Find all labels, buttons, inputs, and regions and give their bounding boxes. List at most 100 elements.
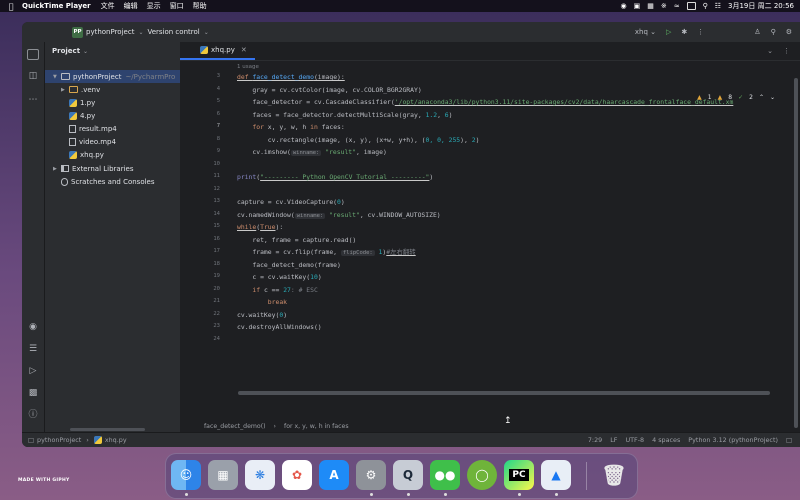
search-icon[interactable]: ⚲	[703, 2, 708, 10]
pycharm-icon[interactable]: PC	[504, 460, 534, 490]
breadcrumb-function[interactable]: face_detect_demo()	[204, 423, 266, 430]
line-number[interactable]: 19	[180, 273, 220, 279]
project-badge[interactable]: PP	[72, 26, 83, 38]
app-store-icon[interactable]: A	[319, 460, 349, 490]
expand-arrow-icon[interactable]: ▼	[53, 74, 61, 80]
apple-icon[interactable]: 	[0, 2, 22, 11]
line-separator[interactable]: LF	[610, 436, 617, 444]
file-encoding[interactable]: UTF-8	[625, 436, 644, 444]
extension-icon[interactable]: ▣	[634, 2, 641, 10]
line-number[interactable]: 5	[180, 98, 220, 104]
more-actions-icon[interactable]: ⋮	[697, 28, 704, 36]
tree-item-venv[interactable]: ▶ .venv	[61, 83, 100, 96]
anaconda-icon[interactable]: ◯	[467, 460, 497, 490]
menubar-datetime[interactable]: 3月19日 周二 20:56	[728, 1, 794, 11]
project-tool-icon[interactable]	[27, 49, 39, 60]
wifi-icon[interactable]: ≈	[674, 2, 680, 10]
version-control-menu[interactable]: Version control	[147, 28, 199, 36]
line-number[interactable]: 18	[180, 261, 220, 267]
lock-icon[interactable]: □	[786, 436, 792, 444]
line-number[interactable]: 11	[180, 173, 220, 179]
wechat-icon[interactable]: ●●	[430, 460, 460, 490]
run-tool-icon[interactable]: ▷	[27, 365, 39, 377]
collapse-arrow-icon[interactable]: ▶	[61, 87, 69, 93]
line-number[interactable]: 7	[180, 123, 220, 129]
line-number[interactable]: 16	[180, 236, 220, 242]
line-number[interactable]: 13	[180, 198, 220, 204]
settings-icon[interactable]: ⚙	[786, 28, 792, 36]
python-packages-icon[interactable]: ◉	[27, 321, 39, 333]
status-file[interactable]: xhq.py	[105, 436, 127, 444]
chevron-down-icon[interactable]: ⌄	[83, 48, 88, 55]
system-settings-icon[interactable]: ⚙	[356, 460, 386, 490]
trash-icon[interactable]: 🗑	[599, 460, 629, 490]
search-everywhere-icon[interactable]: ⚲	[771, 28, 776, 36]
structure-icon[interactable]: ◫	[27, 70, 39, 82]
tree-item-video-mp4[interactable]: video.mp4	[69, 135, 116, 148]
bluetooth-icon[interactable]: ※	[661, 2, 667, 10]
control-center-icon[interactable]: ☷	[715, 2, 721, 10]
project-switcher[interactable]: pythonProject	[86, 28, 134, 36]
tree-item-1py[interactable]: 1.py	[69, 96, 95, 109]
line-number[interactable]: 23	[180, 323, 220, 329]
menu-app-name[interactable]: QuickTime Player	[22, 2, 91, 10]
more-tools-icon[interactable]: ⋯	[27, 94, 39, 106]
line-number[interactable]: 15	[180, 223, 220, 229]
battery-icon[interactable]	[686, 2, 696, 10]
run-config-selector[interactable]: xhq ⌄	[635, 28, 656, 36]
line-number[interactable]: 21	[180, 298, 220, 304]
tree-item-result-mp4[interactable]: result.mp4	[69, 122, 117, 135]
line-number[interactable]: 10	[180, 161, 220, 167]
menu-help[interactable]: 帮助	[193, 1, 207, 11]
menu-view[interactable]: 显示	[147, 1, 161, 11]
menu-window[interactable]: 窗口	[170, 1, 184, 11]
launchpad-icon[interactable]: ▦	[208, 460, 238, 490]
quicktime-icon[interactable]: Q	[393, 460, 423, 490]
tab-xhq-py[interactable]: xhq.py ✕	[180, 42, 255, 60]
horizontal-scrollbar[interactable]	[70, 428, 145, 431]
photos-icon[interactable]: ✿	[282, 460, 312, 490]
close-icon[interactable]: ✕	[241, 46, 247, 54]
collapse-arrow-icon[interactable]: ▶	[53, 166, 61, 172]
finder-icon[interactable]: ☺	[171, 460, 201, 490]
tree-item-xhq-py[interactable]: xhq.py	[69, 148, 104, 161]
menu-edit[interactable]: 编辑	[124, 1, 138, 11]
code-area[interactable]: 1 usage def face_detect_demo(image): gra…	[237, 61, 800, 403]
line-number[interactable]: 12	[180, 186, 220, 192]
line-number[interactable]: 8	[180, 136, 220, 142]
breadcrumb-loop[interactable]: for x, y, w, h in faces	[284, 423, 349, 430]
status-project[interactable]: pythonProject	[37, 436, 81, 444]
line-number[interactable]: 9	[180, 148, 220, 154]
tree-external-libraries[interactable]: ▶ External Libraries	[53, 162, 134, 175]
editor-horizontal-scrollbar[interactable]	[238, 391, 770, 395]
safari-icon[interactable]: ❋	[245, 460, 275, 490]
more-icon[interactable]: ⋮	[783, 47, 790, 55]
tencent-docs-icon[interactable]: ▲	[541, 460, 571, 490]
project-panel-title[interactable]: Project	[52, 47, 80, 55]
chevron-down-icon[interactable]: ⌄	[204, 29, 209, 36]
line-number[interactable]: 4	[180, 86, 220, 92]
account-icon[interactable]: ♙	[754, 28, 760, 36]
run-icon[interactable]: ▷	[666, 28, 671, 36]
line-number[interactable]: 3	[180, 73, 220, 79]
record-icon[interactable]: ◉	[620, 2, 626, 10]
terminal-icon[interactable]: ▩	[27, 387, 39, 399]
editor-vertical-scrollbar[interactable]	[794, 78, 798, 428]
caret-position[interactable]: 7:29	[588, 436, 602, 444]
line-number[interactable]: 22	[180, 311, 220, 317]
line-number[interactable]: 17	[180, 248, 220, 254]
chevron-down-icon[interactable]: ⌄	[138, 29, 143, 36]
menu-file[interactable]: 文件	[101, 1, 115, 11]
debug-icon[interactable]: ✱	[681, 28, 687, 36]
tree-item-4py[interactable]: 4.py	[69, 109, 95, 122]
problems-icon[interactable]: ⓘ	[27, 409, 39, 421]
layers-icon[interactable]: ☰	[27, 343, 39, 355]
line-number[interactable]: 6	[180, 111, 220, 117]
line-number[interactable]: 20	[180, 286, 220, 292]
tree-scratches[interactable]: Scratches and Consoles	[61, 175, 155, 188]
line-number[interactable]: 14	[180, 211, 220, 217]
input-method-icon[interactable]: ▦	[647, 2, 654, 10]
line-number[interactable]: 24	[180, 336, 220, 342]
python-interpreter[interactable]: Python 3.12 (pythonProject)	[688, 436, 778, 444]
tabs-dropdown-icon[interactable]: ⌄	[767, 47, 773, 55]
